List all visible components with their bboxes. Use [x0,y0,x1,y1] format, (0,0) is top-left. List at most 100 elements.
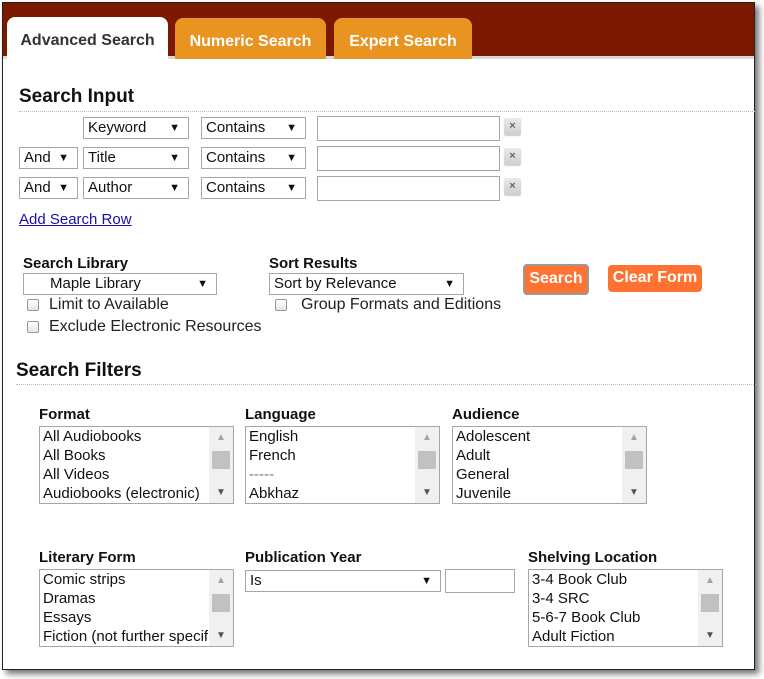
limit-available-option[interactable]: Limit to Available [27,296,169,314]
scroll-down-icon[interactable]: ▼ [209,630,233,641]
chevron-down-icon: ▼ [286,152,297,164]
format-label: Format [39,406,90,423]
list-option[interactable]: English [246,427,439,446]
operator-select-3[interactable]: Contains ▼ [201,177,306,199]
chevron-down-icon: ▼ [286,122,297,134]
operator-select-2[interactable]: Contains ▼ [201,147,306,169]
list-option[interactable]: Adult [453,446,646,465]
sort-results-label: Sort Results [269,255,358,272]
scroll-thumb[interactable] [625,451,643,469]
field-select-2[interactable]: Title ▼ [83,147,189,169]
scroll-up-icon[interactable]: ▲ [209,432,233,443]
tab-bar: Advanced Search Numeric Search Expert Se… [3,3,754,62]
list-option[interactable]: Fiction (not further specif [40,627,233,646]
list-option[interactable]: Essays [40,608,233,627]
scroll-thumb[interactable] [212,451,230,469]
chevron-down-icon: ▼ [197,278,208,290]
chevron-down-icon: ▼ [169,152,180,164]
library-select[interactable]: Maple Library ▼ [23,273,217,295]
chevron-down-icon: ▼ [58,152,69,164]
publication-year-label: Publication Year [245,549,362,566]
chevron-down-icon: ▼ [169,122,180,134]
list-separator: ----- [249,466,274,483]
list-option[interactable]: Audiobooks (electronic) [40,484,233,503]
pub-year-operator-value: Is [250,572,262,589]
remove-row-1-icon[interactable]: × [504,118,521,135]
scroll-thumb[interactable] [701,594,719,612]
list-option[interactable]: Juvenile [453,484,646,503]
advanced-search-panel: Advanced Search Numeric Search Expert Se… [2,2,756,670]
list-option[interactable]: All Audiobooks [40,427,233,446]
language-listbox[interactable]: English French ----- Abkhaz ▲ ▼ [245,426,440,504]
list-option[interactable]: Comic strips [40,570,233,589]
field-select-1[interactable]: Keyword ▼ [83,117,189,139]
field-select-3-value: Author [88,179,133,196]
tab-advanced-search[interactable]: Advanced Search [7,17,168,62]
limit-available-checkbox[interactable] [27,299,39,311]
audience-listbox[interactable]: Adolescent Adult General Juvenile ▲ ▼ [452,426,647,504]
literary-form-listbox[interactable]: Comic strips Dramas Essays Fiction (not … [39,569,234,647]
search-button[interactable]: Search [523,264,589,295]
scroll-up-icon[interactable]: ▲ [622,432,646,443]
pub-year-operator-select[interactable]: Is ▼ [245,570,441,592]
list-option[interactable]: 3-4 Book Club [529,570,722,589]
scroll-up-icon[interactable]: ▲ [698,575,722,586]
bool-select-3[interactable]: And ▼ [19,177,78,199]
pub-year-input[interactable] [445,569,515,593]
scrollbar[interactable]: ▲ ▼ [622,427,646,503]
chevron-down-icon: ▼ [286,182,297,194]
list-option[interactable]: All Videos [40,465,233,484]
scrollbar[interactable]: ▲ ▼ [415,427,439,503]
remove-row-2-icon[interactable]: × [504,148,521,165]
search-term-input-1[interactable] [317,116,500,141]
shelving-location-listbox[interactable]: 3-4 Book Club 3-4 SRC 5-6-7 Book Club Ad… [528,569,723,647]
scroll-thumb[interactable] [418,451,436,469]
scroll-down-icon[interactable]: ▼ [209,487,233,498]
chevron-down-icon: ▼ [58,182,69,194]
list-option[interactable]: Dramas [40,589,233,608]
group-formats-checkbox[interactable] [275,299,287,311]
search-term-input-3[interactable] [317,176,500,201]
exclude-electronic-checkbox[interactable] [27,321,39,333]
list-option[interactable]: Abkhaz [246,484,439,503]
clear-form-button[interactable]: Clear Form [608,265,702,292]
scroll-up-icon[interactable]: ▲ [415,432,439,443]
bool-select-3-value: And [24,179,51,196]
search-term-input-2[interactable] [317,146,500,171]
list-option[interactable]: General [453,465,646,484]
scroll-up-icon[interactable]: ▲ [209,575,233,586]
field-select-1-value: Keyword [88,119,147,136]
chevron-down-icon: ▼ [421,575,432,587]
operator-select-2-value: Contains [206,149,266,166]
scroll-down-icon[interactable]: ▼ [415,487,439,498]
exclude-electronic-option[interactable]: Exclude Electronic Resources [27,318,262,336]
scrollbar[interactable]: ▲ ▼ [209,570,233,646]
scroll-down-icon[interactable]: ▼ [622,487,646,498]
scrollbar[interactable]: ▲ ▼ [209,427,233,503]
format-listbox[interactable]: All Audiobooks All Books All Videos Audi… [39,426,234,504]
divider [19,111,755,112]
sort-select[interactable]: Sort by Relevance ▼ [269,273,464,295]
shelving-location-label: Shelving Location [528,549,658,566]
scrollbar[interactable]: ▲ ▼ [698,570,722,646]
language-label: Language [245,406,316,423]
remove-row-3-icon[interactable]: × [504,178,521,195]
bool-select-2[interactable]: And ▼ [19,147,78,169]
scroll-down-icon[interactable]: ▼ [698,630,722,641]
add-search-row-link[interactable]: Add Search Row [19,211,132,228]
list-option[interactable]: 5-6-7 Book Club [529,608,722,627]
tab-expert-search[interactable]: Expert Search [334,18,472,59]
tab-numeric-search[interactable]: Numeric Search [175,18,326,59]
chevron-down-icon: ▼ [169,182,180,194]
library-select-value: Maple Library [50,275,141,292]
list-option[interactable]: Adolescent [453,427,646,446]
list-option[interactable]: All Books [40,446,233,465]
list-option[interactable]: 3-4 SRC [529,589,722,608]
chevron-down-icon: ▼ [444,278,455,290]
list-option[interactable]: Adult Fiction [529,627,722,646]
group-formats-option[interactable]: Group Formats and Editions [275,296,501,314]
list-option[interactable]: French [246,446,439,465]
operator-select-1[interactable]: Contains ▼ [201,117,306,139]
field-select-3[interactable]: Author ▼ [83,177,189,199]
scroll-thumb[interactable] [212,594,230,612]
